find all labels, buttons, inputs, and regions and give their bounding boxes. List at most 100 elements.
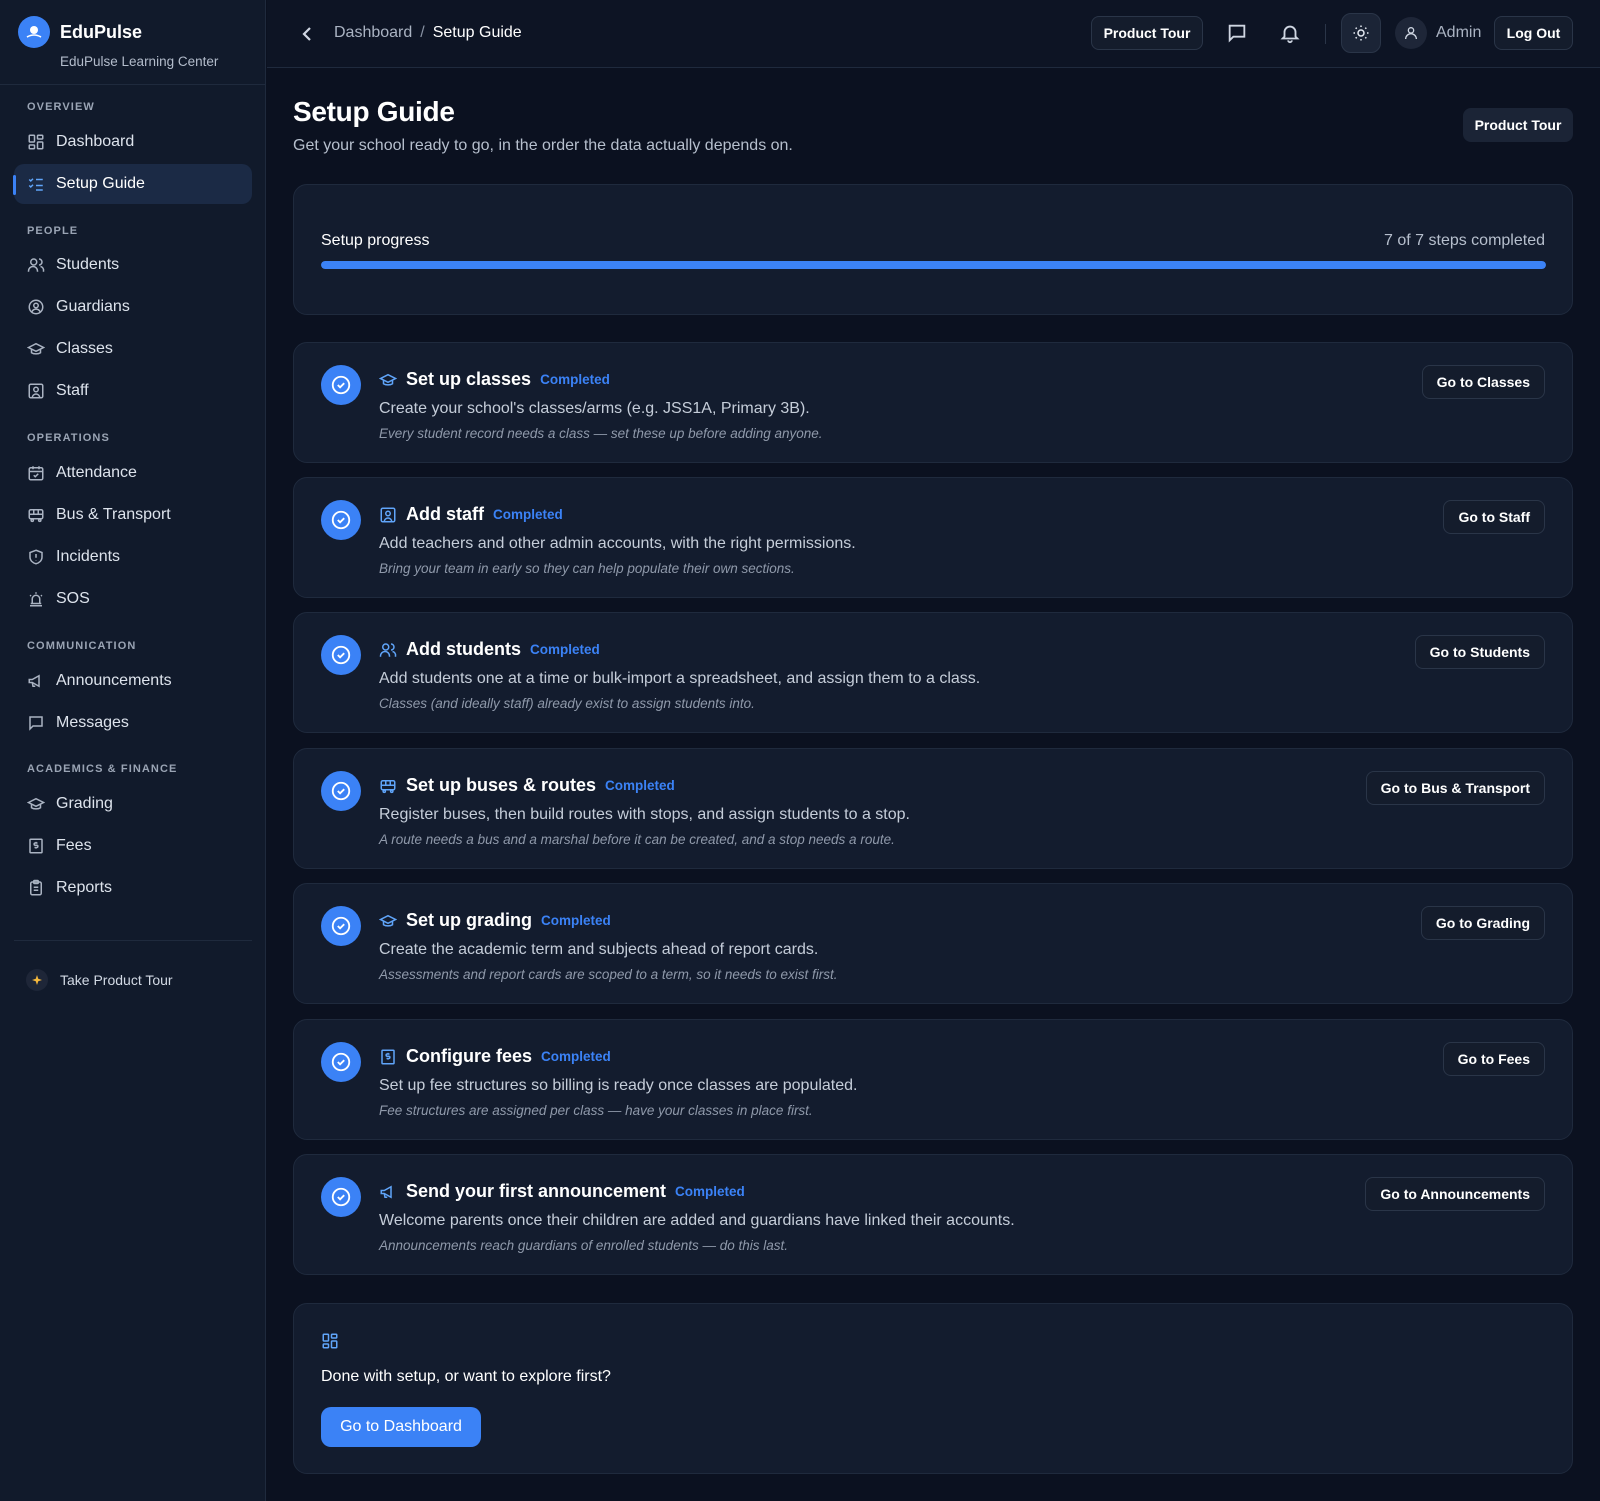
bell-icon[interactable] [1279, 22, 1301, 44]
brand-name: EduPulse [60, 22, 143, 42]
breadcrumb-dashboard-link[interactable]: Dashboard [334, 24, 412, 42]
receipt-icon [381, 1049, 395, 1064]
step-description: Set up fee structures so billing is read… [379, 1077, 858, 1094]
sparkle-icon [26, 969, 48, 991]
sidebar-item-attendance[interactable]: Attendance [14, 453, 252, 493]
status-badge: Completed [541, 1049, 611, 1064]
go-to-announcements-button[interactable]: Go to Announcements [1365, 1177, 1545, 1211]
finish-text: Done with setup, or want to explore firs… [321, 1368, 611, 1385]
shield-alert-icon [29, 549, 43, 565]
active-indicator [13, 175, 16, 195]
breadcrumb-current: Setup Guide [432, 24, 522, 41]
step-card-grading: Set up grading Completed Create the acad… [293, 883, 1573, 1004]
dashboard-icon [28, 134, 44, 150]
product-tour-button[interactable]: Product Tour [1091, 16, 1203, 50]
progress-bar [321, 261, 1546, 269]
go-to-bus-transport-button[interactable]: Go to Bus & Transport [1365, 771, 1545, 805]
sidebar-item-label: Attendance [56, 464, 137, 481]
take-product-tour-link[interactable]: Take Product Tour [26, 969, 173, 991]
sidebar-item-dashboard[interactable]: Dashboard [14, 122, 252, 162]
sidebar-divider [0, 84, 266, 85]
go-to-dashboard-button[interactable]: Go to Dashboard [321, 1407, 481, 1447]
users-icon [379, 642, 397, 657]
sidebar-item-guardians[interactable]: Guardians [14, 287, 252, 327]
product-tour-button-secondary[interactable]: Product Tour [1463, 108, 1573, 142]
check-circle-icon [321, 906, 361, 946]
check-circle-icon [321, 365, 361, 405]
step-card-staff: Add staff Completed Add teachers and oth… [293, 477, 1573, 598]
step-title: Send your first announcement [406, 1181, 667, 1201]
nav-section-people: PEOPLE [27, 225, 79, 237]
step-description: Register buses, then build routes with s… [379, 806, 910, 823]
brand-logo-icon [18, 16, 50, 48]
status-badge: Completed [541, 913, 611, 928]
sidebar-item-label: Guardians [56, 298, 130, 315]
sidebar-item-grading[interactable]: Grading [14, 784, 252, 824]
chevron-left-icon[interactable] [295, 22, 319, 46]
step-card-students: Add students Completed Add students one … [293, 612, 1573, 733]
go-to-grading-button[interactable]: Go to Grading [1420, 906, 1545, 940]
bus-icon [380, 779, 396, 793]
receipt-icon [29, 838, 43, 854]
megaphone-icon [380, 1184, 392, 1199]
step-title: Set up classes [406, 369, 532, 389]
sidebar-item-label: SOS [56, 590, 90, 607]
sidebar: EduPulse EduPulse Learning Center OVERVI… [0, 0, 266, 1501]
sidebar-item-bus-transport[interactable]: Bus & Transport [14, 495, 252, 535]
sidebar-item-reports[interactable]: Reports [14, 868, 252, 908]
theme-toggle-button[interactable] [1341, 13, 1381, 53]
sidebar-item-sos[interactable]: SOS [14, 579, 252, 619]
users-icon [27, 258, 45, 272]
top-bar: Dashboard / Setup Guide Product Tour Adm… [267, 0, 1600, 68]
step-note: Classes (and ideally staff) already exis… [379, 696, 755, 711]
breadcrumb-separator: / [420, 24, 425, 41]
nav-section-communication: COMMUNICATION [27, 640, 137, 652]
sidebar-item-fees[interactable]: Fees [14, 826, 252, 866]
sidebar-item-label: Staff [56, 382, 89, 399]
go-to-staff-button[interactable]: Go to Staff [1443, 500, 1545, 534]
breadcrumb: Dashboard / Setup Guide [334, 24, 522, 42]
go-to-students-button[interactable]: Go to Students [1414, 635, 1545, 669]
bus-icon [28, 509, 44, 523]
sun-icon [1353, 25, 1369, 41]
setup-progress-card: Setup progress 7 of 7 steps completed [293, 184, 1573, 315]
sidebar-item-label: Announcements [56, 672, 172, 689]
sidebar-item-students[interactable]: Students [14, 245, 252, 285]
sidebar-item-messages[interactable]: Messages [14, 703, 252, 743]
graduation-cap-icon [379, 373, 397, 386]
status-badge: Completed [540, 372, 610, 387]
status-badge: Completed [675, 1184, 745, 1199]
sidebar-item-announcements[interactable]: Announcements [14, 661, 252, 701]
check-circle-icon [321, 1042, 361, 1082]
sidebar-item-label: Messages [56, 714, 129, 731]
megaphone-icon [28, 674, 40, 688]
sidebar-item-label: Reports [56, 879, 113, 896]
sidebar-divider [14, 940, 252, 941]
step-title: Configure fees [406, 1046, 533, 1066]
brand-subtitle: EduPulse Learning Center [60, 54, 219, 69]
id-badge-icon [28, 383, 44, 399]
finish-card: Done with setup, or want to explore firs… [293, 1303, 1573, 1474]
nav-section-overview: OVERVIEW [27, 101, 95, 113]
step-card-announcement: Send your first announcement Completed W… [293, 1154, 1573, 1275]
sidebar-item-staff[interactable]: Staff [14, 371, 252, 411]
message-icon[interactable] [1226, 22, 1248, 44]
check-circle-icon [321, 635, 361, 675]
sidebar-item-label: Fees [56, 837, 92, 854]
step-description: Create the academic term and subjects ah… [379, 941, 819, 958]
nav-section-academics-finance: ACADEMICS & FINANCE [27, 763, 178, 775]
sidebar-item-setup-guide[interactable]: Setup Guide [14, 164, 252, 204]
avatar[interactable] [1395, 17, 1427, 49]
siren-icon [29, 592, 43, 607]
sidebar-item-label: Dashboard [56, 133, 135, 150]
check-circle-icon [321, 500, 361, 540]
go-to-classes-button[interactable]: Go to Classes [1421, 365, 1545, 399]
log-out-button[interactable]: Log Out [1494, 16, 1573, 50]
message-square-icon [29, 716, 43, 731]
step-description: Add teachers and other admin accounts, w… [379, 535, 856, 552]
sidebar-item-classes[interactable]: Classes [14, 329, 252, 369]
sidebar-item-label: Classes [56, 340, 113, 357]
step-note: Every student record needs a class — set… [379, 426, 823, 441]
sidebar-item-incidents[interactable]: Incidents [14, 537, 252, 577]
go-to-fees-button[interactable]: Go to Fees [1442, 1042, 1545, 1076]
